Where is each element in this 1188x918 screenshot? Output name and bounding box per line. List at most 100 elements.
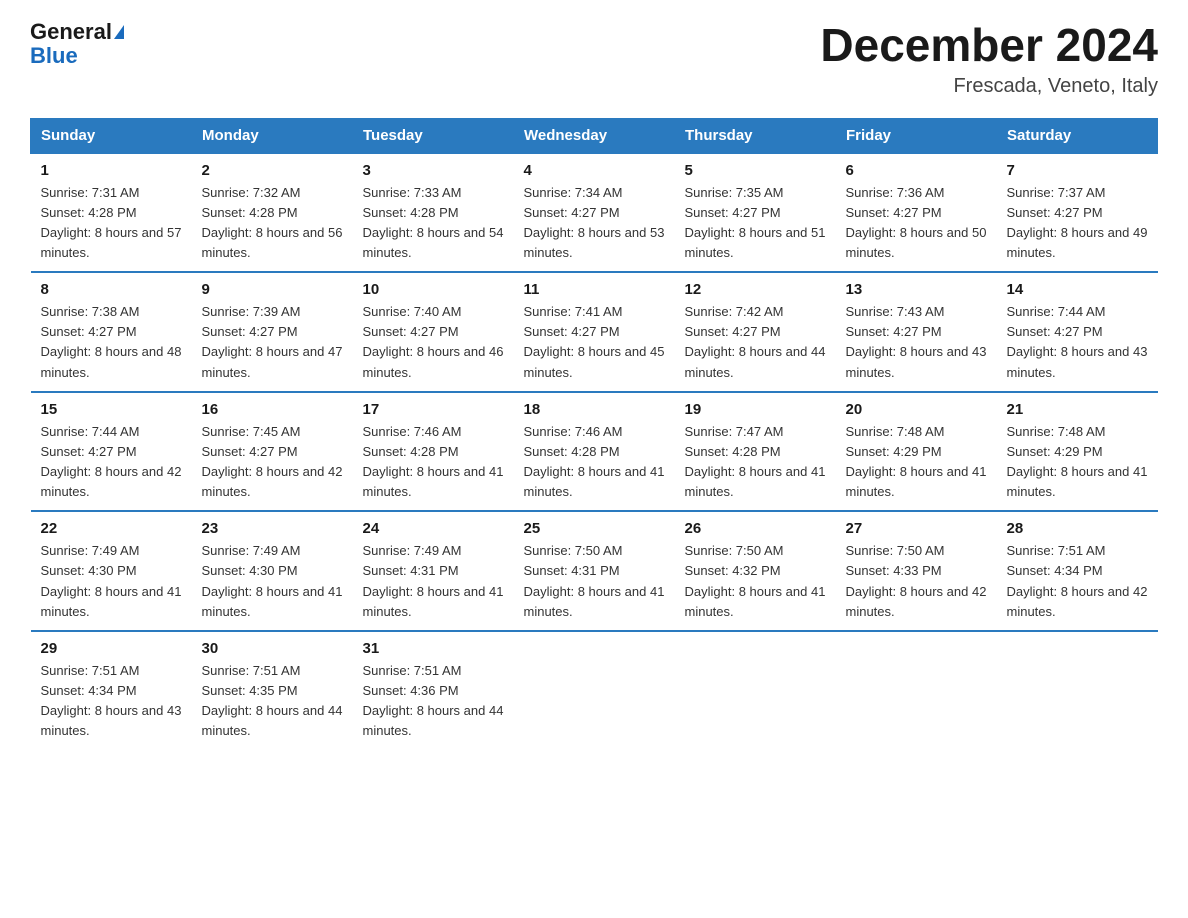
col-friday: Friday — [836, 118, 997, 153]
day-info: Sunrise: 7:49 AMSunset: 4:31 PMDaylight:… — [363, 541, 504, 622]
day-number: 27 — [846, 520, 987, 537]
col-saturday: Saturday — [997, 118, 1158, 153]
calendar-cell: 30 Sunrise: 7:51 AMSunset: 4:35 PMDayligh… — [192, 631, 353, 750]
day-info: Sunrise: 7:51 AMSunset: 4:36 PMDaylight:… — [363, 661, 504, 742]
day-number: 28 — [1007, 520, 1148, 537]
calendar-cell: 29Sunrise: 7:51 AMSunset: 4:34 PMDayligh… — [31, 631, 192, 750]
calendar-week-row: 22 Sunrise: 7:49 AMSunset: 4:30 PMDayligh… — [31, 511, 1158, 631]
col-thursday: Thursday — [675, 118, 836, 153]
header-row: Sunday Monday Tuesday Wednesday Thursday… — [31, 118, 1158, 153]
calendar-cell: 26 Sunrise: 7:50 AMSunset: 4:32 PMDayligh… — [675, 511, 836, 631]
calendar-cell: 5 Sunrise: 7:35 AMSunset: 4:27 PMDaylight… — [675, 153, 836, 273]
calendar-cell: 22 Sunrise: 7:49 AMSunset: 4:30 PMDayligh… — [31, 511, 192, 631]
calendar-cell: 28 Sunrise: 7:51 AMSunset: 4:34 PMDayligh… — [997, 511, 1158, 631]
day-number: 4 — [524, 162, 665, 179]
day-info: Sunrise: 7:49 AMSunset: 4:30 PMDaylight:… — [202, 541, 343, 622]
col-monday: Monday — [192, 118, 353, 153]
calendar-cell: 13 Sunrise: 7:43 AMSunset: 4:27 PMDayligh… — [836, 272, 997, 392]
day-info: Sunrise: 7:48 AMSunset: 4:29 PMDaylight:… — [846, 422, 987, 503]
calendar-table: Sunday Monday Tuesday Wednesday Thursday… — [30, 118, 1158, 750]
day-number: 1 — [41, 162, 182, 179]
calendar-cell: 17Sunrise: 7:46 AMSunset: 4:28 PMDayligh… — [353, 392, 514, 512]
day-info: Sunrise: 7:51 AMSunset: 4:34 PMDaylight:… — [1007, 541, 1148, 622]
calendar-cell — [997, 631, 1158, 750]
day-number: 11 — [524, 281, 665, 298]
day-info: Sunrise: 7:47 AMSunset: 4:28 PMDaylight:… — [685, 422, 826, 503]
calendar-cell: 9 Sunrise: 7:39 AMSunset: 4:27 PMDaylight… — [192, 272, 353, 392]
calendar-cell: 24 Sunrise: 7:49 AMSunset: 4:31 PMDayligh… — [353, 511, 514, 631]
page-header: General Blue December 2024 Frescada, Ven… — [30, 20, 1158, 98]
day-info: Sunrise: 7:48 AMSunset: 4:29 PMDaylight:… — [1007, 422, 1148, 503]
calendar-cell: 2 Sunrise: 7:32 AMSunset: 4:28 PMDaylight… — [192, 153, 353, 273]
day-number: 3 — [363, 162, 504, 179]
day-info: Sunrise: 7:40 AMSunset: 4:27 PMDaylight:… — [363, 302, 504, 383]
calendar-cell: 4Sunrise: 7:34 AMSunset: 4:27 PMDaylight… — [514, 153, 675, 273]
month-title: December 2024 — [820, 20, 1158, 71]
day-info: Sunrise: 7:50 AMSunset: 4:33 PMDaylight:… — [846, 541, 987, 622]
day-number: 29 — [41, 640, 182, 657]
day-info: Sunrise: 7:37 AMSunset: 4:27 PMDaylight:… — [1007, 183, 1148, 264]
day-number: 25 — [524, 520, 665, 537]
day-number: 13 — [846, 281, 987, 298]
day-info: Sunrise: 7:44 AMSunset: 4:27 PMDaylight:… — [1007, 302, 1148, 383]
day-info: Sunrise: 7:43 AMSunset: 4:27 PMDaylight:… — [846, 302, 987, 383]
calendar-cell: 21Sunrise: 7:48 AMSunset: 4:29 PMDayligh… — [997, 392, 1158, 512]
col-sunday: Sunday — [31, 118, 192, 153]
day-number: 24 — [363, 520, 504, 537]
day-number: 7 — [1007, 162, 1148, 179]
calendar-cell — [836, 631, 997, 750]
col-wednesday: Wednesday — [514, 118, 675, 153]
calendar-cell — [675, 631, 836, 750]
day-number: 30 — [202, 640, 343, 657]
calendar-week-row: 1 Sunrise: 7:31 AMSunset: 4:28 PMDaylight… — [31, 153, 1158, 273]
calendar-cell: 25Sunrise: 7:50 AMSunset: 4:31 PMDayligh… — [514, 511, 675, 631]
day-info: Sunrise: 7:50 AMSunset: 4:32 PMDaylight:… — [685, 541, 826, 622]
day-number: 8 — [41, 281, 182, 298]
calendar-cell: 16Sunrise: 7:45 AMSunset: 4:27 PMDayligh… — [192, 392, 353, 512]
logo: General Blue — [30, 20, 124, 68]
calendar-week-row: 15Sunrise: 7:44 AMSunset: 4:27 PMDayligh… — [31, 392, 1158, 512]
logo-blue-text: Blue — [30, 43, 78, 68]
calendar-header: Sunday Monday Tuesday Wednesday Thursday… — [31, 118, 1158, 153]
calendar-cell: 8Sunrise: 7:38 AMSunset: 4:27 PMDaylight… — [31, 272, 192, 392]
day-info: Sunrise: 7:45 AMSunset: 4:27 PMDaylight:… — [202, 422, 343, 503]
day-info: Sunrise: 7:35 AMSunset: 4:27 PMDaylight:… — [685, 183, 826, 264]
day-info: Sunrise: 7:49 AMSunset: 4:30 PMDaylight:… — [41, 541, 182, 622]
calendar-cell: 18Sunrise: 7:46 AMSunset: 4:28 PMDayligh… — [514, 392, 675, 512]
title-area: December 2024 Frescada, Veneto, Italy — [820, 20, 1158, 98]
calendar-cell: 10Sunrise: 7:40 AMSunset: 4:27 PMDayligh… — [353, 272, 514, 392]
day-number: 22 — [41, 520, 182, 537]
day-number: 17 — [363, 401, 504, 418]
day-info: Sunrise: 7:42 AMSunset: 4:27 PMDaylight:… — [685, 302, 826, 383]
day-number: 12 — [685, 281, 826, 298]
logo-triangle-icon — [114, 25, 124, 39]
calendar-body: 1 Sunrise: 7:31 AMSunset: 4:28 PMDaylight… — [31, 153, 1158, 750]
logo-general-text: General — [30, 20, 112, 44]
calendar-cell: 11 Sunrise: 7:41 AMSunset: 4:27 PMDayligh… — [514, 272, 675, 392]
day-number: 5 — [685, 162, 826, 179]
day-info: Sunrise: 7:31 AMSunset: 4:28 PMDaylight:… — [41, 183, 182, 264]
day-info: Sunrise: 7:39 AMSunset: 4:27 PMDaylight:… — [202, 302, 343, 383]
day-number: 20 — [846, 401, 987, 418]
calendar-cell: 27 Sunrise: 7:50 AMSunset: 4:33 PMDayligh… — [836, 511, 997, 631]
day-number: 19 — [685, 401, 826, 418]
day-info: Sunrise: 7:33 AMSunset: 4:28 PMDaylight:… — [363, 183, 504, 264]
calendar-week-row: 29Sunrise: 7:51 AMSunset: 4:34 PMDayligh… — [31, 631, 1158, 750]
day-number: 26 — [685, 520, 826, 537]
day-number: 9 — [202, 281, 343, 298]
day-info: Sunrise: 7:41 AMSunset: 4:27 PMDaylight:… — [524, 302, 665, 383]
calendar-cell: 12 Sunrise: 7:42 AMSunset: 4:27 PMDayligh… — [675, 272, 836, 392]
day-info: Sunrise: 7:32 AMSunset: 4:28 PMDaylight:… — [202, 183, 343, 264]
day-number: 18 — [524, 401, 665, 418]
day-info: Sunrise: 7:51 AMSunset: 4:35 PMDaylight:… — [202, 661, 343, 742]
calendar-cell: 1 Sunrise: 7:31 AMSunset: 4:28 PMDaylight… — [31, 153, 192, 273]
calendar-cell: 31 Sunrise: 7:51 AMSunset: 4:36 PMDayligh… — [353, 631, 514, 750]
day-number: 31 — [363, 640, 504, 657]
day-number: 2 — [202, 162, 343, 179]
calendar-cell: 7 Sunrise: 7:37 AMSunset: 4:27 PMDaylight… — [997, 153, 1158, 273]
calendar-cell: 3 Sunrise: 7:33 AMSunset: 4:28 PMDaylight… — [353, 153, 514, 273]
calendar-cell: 15Sunrise: 7:44 AMSunset: 4:27 PMDayligh… — [31, 392, 192, 512]
day-number: 14 — [1007, 281, 1148, 298]
col-tuesday: Tuesday — [353, 118, 514, 153]
calendar-cell — [514, 631, 675, 750]
